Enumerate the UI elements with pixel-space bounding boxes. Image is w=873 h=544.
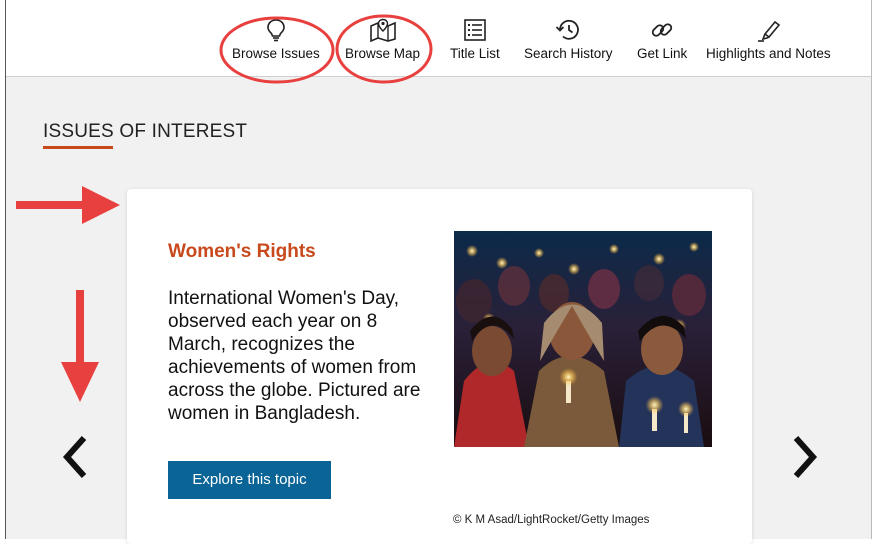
highlights-and-notes-button[interactable]: Highlights and Notes — [706, 18, 831, 61]
card-title: Women's Rights — [168, 241, 316, 262]
toolbar-item-label: Title List — [450, 46, 500, 61]
chevron-right-icon — [793, 435, 818, 479]
photo-credit: © K M Asad/LightRocket/Getty Images — [453, 514, 650, 526]
chevron-left-icon — [62, 435, 87, 479]
link-icon — [651, 23, 673, 37]
toolbar-item-label: Get Link — [637, 46, 688, 61]
search-history-button[interactable]: Search History — [524, 18, 613, 61]
list-icon — [464, 19, 486, 41]
title-list-button[interactable]: Title List — [450, 18, 500, 61]
previous-button[interactable] — [60, 434, 90, 485]
section-title: ISSUES OF INTEREST — [43, 121, 248, 142]
highlighter-icon — [758, 20, 781, 42]
card-description: International Women's Day, observed each… — [168, 288, 421, 424]
browse-map-button[interactable]: Browse Map — [345, 18, 420, 61]
map-pin-icon — [369, 18, 396, 42]
next-button[interactable] — [790, 434, 820, 485]
toolbar-item-label: Browse Issues — [232, 46, 320, 61]
lightbulb-icon — [267, 19, 285, 42]
explore-topic-button[interactable]: Explore this topic — [168, 461, 331, 499]
card-photo — [454, 231, 712, 447]
divider — [871, 0, 872, 539]
page: Browse Issues Browse Map Title List Sear… — [0, 0, 873, 544]
get-link-button[interactable]: Get Link — [637, 18, 687, 61]
toolbar-item-label: Browse Map — [345, 46, 421, 61]
browse-issues-button[interactable]: Browse Issues — [232, 18, 320, 61]
toolbar-item-label: Search History — [524, 46, 613, 61]
history-icon — [556, 19, 580, 40]
toolbar-item-label: Highlights and Notes — [706, 46, 831, 61]
section-title-underline — [43, 146, 113, 149]
